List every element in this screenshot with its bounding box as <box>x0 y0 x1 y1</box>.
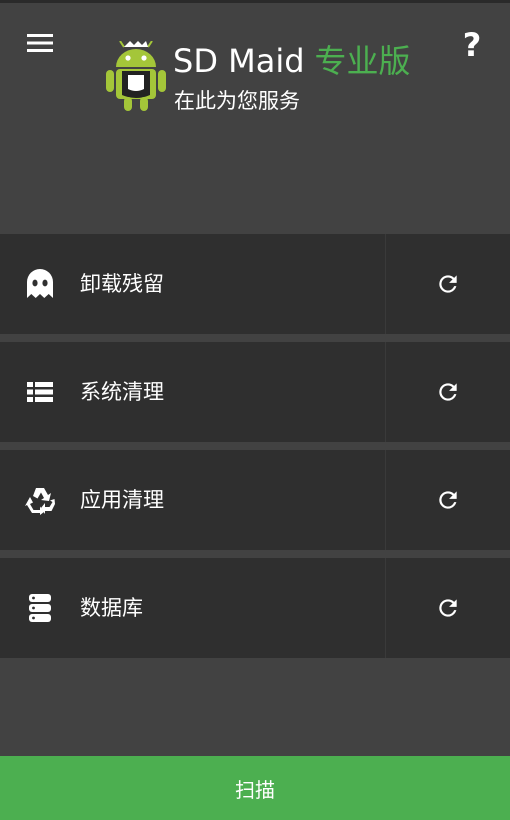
app-title: SD Maid 专业版 <box>173 41 411 81</box>
ghost-icon <box>27 269 53 298</box>
app-subtitle: 在此为您服务 <box>174 89 300 113</box>
refresh-icon <box>439 599 457 617</box>
tool-label: 应用清理 <box>80 488 164 512</box>
app-name: SD Maid <box>173 42 305 80</box>
menu-button[interactable] <box>22 25 58 61</box>
tool-label: 数据库 <box>80 596 143 620</box>
tool-refresh-button[interactable] <box>386 558 510 658</box>
tool-row-app-cleaner: 应用清理 <box>0 450 510 550</box>
database-icon <box>29 594 51 622</box>
tool-label: 卸载残留 <box>80 272 164 296</box>
tool-row-databases: 数据库 <box>0 558 510 658</box>
help-button[interactable]: ? <box>452 23 492 67</box>
app-header: SD Maid 专业版 在此为您服务 ? <box>0 3 510 233</box>
list-icon <box>27 382 53 402</box>
tool-refresh-button[interactable] <box>386 234 510 334</box>
tool-refresh-button[interactable] <box>386 342 510 442</box>
refresh-icon <box>439 275 457 293</box>
sd-maid-main-screen: SD Maid 专业版 在此为您服务 ? 卸载残留 系统清理 应用清理 数据库 … <box>0 0 510 820</box>
hamburger-menu-icon <box>27 34 53 52</box>
tool-label: 系统清理 <box>80 380 164 404</box>
help-icon: ? <box>462 26 482 64</box>
app-edition: 专业版 <box>314 42 411 80</box>
tool-corpse-finder[interactable]: 卸载残留 <box>0 234 385 334</box>
scan-button-label: 扫描 <box>235 777 275 802</box>
tool-app-cleaner[interactable]: 应用清理 <box>0 450 385 550</box>
refresh-icon <box>439 383 457 401</box>
tool-row-system-cleaner: 系统清理 <box>0 342 510 442</box>
refresh-icon <box>439 491 457 509</box>
scan-button[interactable]: 扫描 <box>0 756 510 820</box>
recycle-icon <box>25 488 55 515</box>
tool-row-corpse-finder: 卸载残留 <box>0 234 510 334</box>
android-maid-logo-icon <box>106 41 166 111</box>
tool-refresh-button[interactable] <box>386 450 510 550</box>
tool-system-cleaner[interactable]: 系统清理 <box>0 342 385 442</box>
tool-databases[interactable]: 数据库 <box>0 558 385 658</box>
